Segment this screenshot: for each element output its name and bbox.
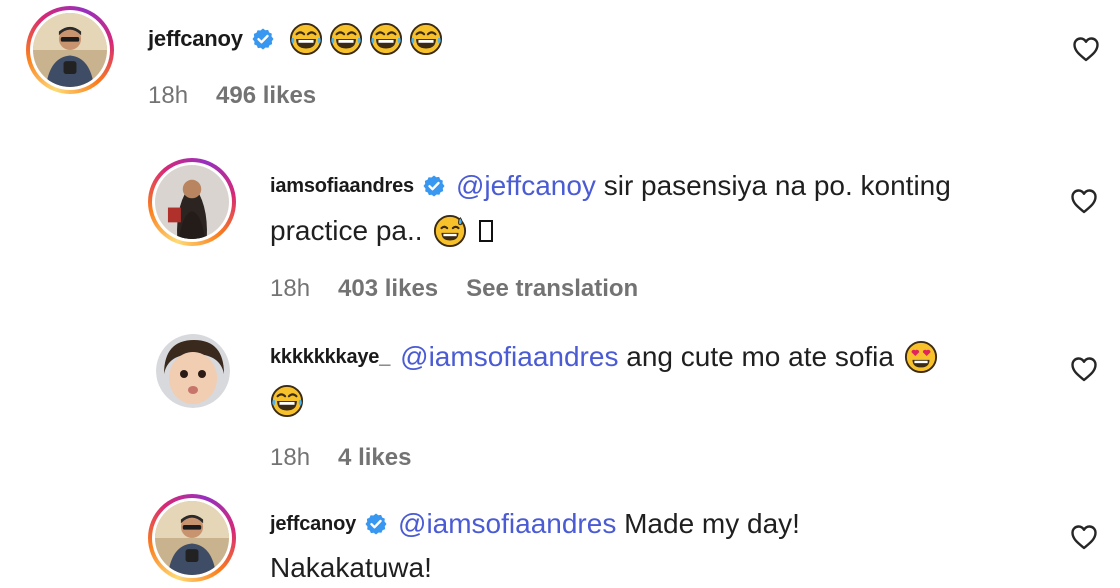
heart-eyes-emoji-icon xyxy=(904,340,938,374)
like-heart-icon[interactable] xyxy=(1070,524,1098,550)
verified-badge-icon xyxy=(251,27,275,51)
avatar-image-jeffcanoy xyxy=(155,501,229,575)
username[interactable]: jeffcanoy xyxy=(270,513,356,536)
like-heart-icon[interactable] xyxy=(1070,356,1098,382)
comment-text: @iamsofiaandres Made my day! xyxy=(398,508,800,539)
username[interactable]: jeffcanoy xyxy=(148,26,243,52)
likes-count[interactable]: 4 likes xyxy=(338,444,411,472)
comment-time: 18h xyxy=(270,275,311,302)
comment-time: 18h xyxy=(148,82,189,109)
verified-badge-icon xyxy=(364,512,388,536)
username[interactable]: kkkkkkkaye_ xyxy=(270,346,390,369)
avatar-image-jeffcanoy xyxy=(33,13,107,87)
joy-emoji-icon xyxy=(289,22,323,56)
avatar-image-kkkkkkkaye xyxy=(156,334,230,408)
mention-link[interactable]: @iamsofiaandres xyxy=(398,508,616,539)
joy-emoji-icon xyxy=(270,384,304,418)
missing-glyph-icon xyxy=(478,220,493,242)
avatar[interactable] xyxy=(26,6,114,94)
sweat-smile-emoji-icon xyxy=(433,214,467,248)
joy-emoji-icon xyxy=(409,22,443,56)
comment-text-line2: Nakakatuwa! xyxy=(270,552,432,583)
avatar[interactable] xyxy=(156,334,230,408)
comment-text: @iamsofiaandres ang cute mo ate sofia xyxy=(400,341,894,372)
avatar[interactable] xyxy=(148,494,236,582)
likes-count[interactable]: 403 likes xyxy=(338,275,438,303)
mention-link[interactable]: @iamsofiaandres xyxy=(400,341,618,372)
see-translation-link[interactable]: See translation xyxy=(466,275,638,303)
comment-time: 18h xyxy=(270,444,311,471)
comment-emojis xyxy=(289,22,449,56)
comment-text: @jeffcanoy sir pasensiya na po. konting xyxy=(455,170,951,201)
like-heart-icon[interactable] xyxy=(1070,188,1098,214)
likes-count[interactable]: 496 likes xyxy=(216,82,316,110)
comment-text-line2: practice pa.. xyxy=(270,215,423,246)
verified-badge-icon xyxy=(422,174,446,198)
mention-link[interactable]: @jeffcanoy xyxy=(456,170,596,201)
joy-emoji-icon xyxy=(369,22,403,56)
avatar[interactable] xyxy=(148,158,236,246)
username[interactable]: iamsofiaandres xyxy=(270,175,414,198)
joy-emoji-icon xyxy=(329,22,363,56)
like-heart-icon[interactable] xyxy=(1072,36,1100,62)
avatar-image-iamsofiaandres xyxy=(155,165,229,239)
